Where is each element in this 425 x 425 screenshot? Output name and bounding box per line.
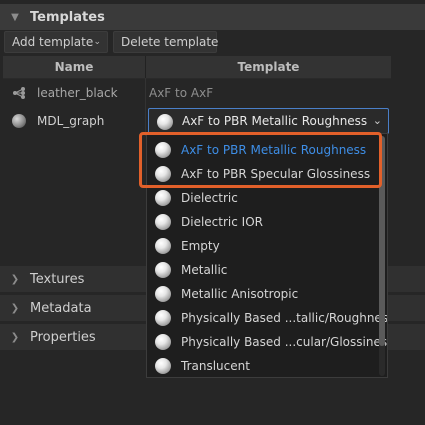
template-select-value: AxF to PBR Metallic Roughness bbox=[182, 114, 368, 128]
dropdown-option[interactable]: Physically Based ...tallic/Roughness) bbox=[147, 306, 387, 330]
option-label: Metallic Anisotropic bbox=[181, 287, 299, 301]
material-sphere-icon bbox=[155, 286, 171, 302]
option-label: Dielectric bbox=[181, 191, 238, 205]
option-label: Metallic bbox=[181, 263, 228, 277]
dropdown-option[interactable]: Empty bbox=[147, 234, 379, 258]
add-template-button[interactable]: Add template ⌄ bbox=[4, 31, 108, 53]
chevron-down-icon[interactable]: ⌄ bbox=[373, 109, 382, 133]
column-header-name[interactable]: Name bbox=[3, 56, 145, 78]
material-sphere-icon bbox=[155, 334, 171, 350]
option-label: Dielectric IOR bbox=[181, 215, 263, 229]
material-sphere-icon bbox=[155, 214, 171, 230]
option-label: Empty bbox=[181, 239, 220, 253]
dropdown-option[interactable]: Translucent bbox=[147, 354, 379, 377]
row-name: leather_black bbox=[37, 86, 118, 100]
material-sphere-icon bbox=[155, 310, 171, 326]
add-template-label: Add template bbox=[12, 35, 94, 49]
option-label: Physically Based ...tallic/Roughness) bbox=[181, 311, 388, 325]
table-header: Name Template bbox=[3, 56, 391, 79]
chevron-right-icon[interactable]: ❯ bbox=[8, 274, 22, 285]
templates-toolbar: Add template ⌄ Delete template bbox=[0, 30, 425, 54]
chevron-right-icon[interactable]: ❯ bbox=[8, 332, 22, 343]
highlight-box bbox=[139, 132, 382, 188]
template-select[interactable]: AxF to PBR Metallic Roughness ⌄ bbox=[148, 108, 389, 134]
row-template: AxF to AxF bbox=[149, 86, 214, 100]
properties-title: Properties bbox=[30, 329, 96, 345]
chevron-right-icon[interactable]: ❯ bbox=[8, 303, 22, 314]
material-sphere-icon bbox=[12, 114, 26, 128]
node-graph-icon bbox=[12, 86, 26, 100]
dropdown-option[interactable]: Physically Based ...cular/Glossiness) bbox=[147, 330, 387, 354]
material-sphere-icon bbox=[157, 114, 173, 130]
table-row[interactable]: leather_black AxF to AxF bbox=[3, 80, 391, 106]
textures-title: Textures bbox=[30, 271, 85, 287]
chevron-down-icon: ⌄ bbox=[93, 37, 101, 47]
material-sphere-icon bbox=[155, 190, 171, 206]
option-label: Physically Based ...cular/Glossiness) bbox=[181, 335, 388, 349]
chevron-down-icon[interactable]: ▼ bbox=[8, 12, 22, 23]
material-sphere-icon bbox=[155, 358, 171, 374]
row-name: MDL_graph bbox=[37, 114, 105, 128]
column-header-template[interactable]: Template bbox=[146, 56, 391, 78]
delete-template-button[interactable]: Delete template bbox=[113, 31, 219, 53]
templates-title: Templates bbox=[30, 9, 105, 25]
dropdown-option[interactable]: Dielectric IOR bbox=[147, 210, 379, 234]
material-sphere-icon bbox=[155, 262, 171, 278]
metadata-title: Metadata bbox=[30, 300, 92, 316]
dropdown-option[interactable]: Metallic bbox=[147, 258, 379, 282]
material-sphere-icon bbox=[155, 238, 171, 254]
templates-section-header[interactable]: ▼ Templates bbox=[0, 4, 425, 30]
dropdown-option[interactable]: Metallic Anisotropic bbox=[147, 282, 379, 306]
delete-template-label: Delete template bbox=[121, 35, 219, 49]
dropdown-option[interactable]: Dielectric bbox=[147, 186, 379, 210]
option-label: Translucent bbox=[181, 359, 250, 373]
